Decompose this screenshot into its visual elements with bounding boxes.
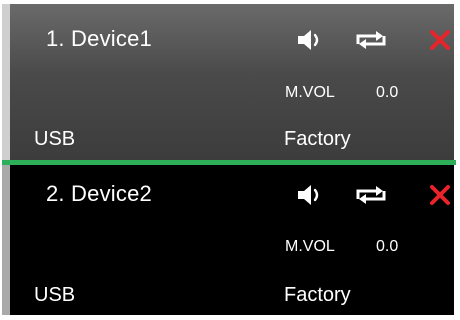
preset-label: Factory (284, 128, 351, 150)
device-card-1[interactable]: 1. Device1 M.VOL 0.0 USB Factory (2, 4, 454, 161)
input-source-label: USB (34, 284, 76, 306)
device-card-accent (2, 4, 10, 161)
loop-icon[interactable] (354, 28, 388, 57)
device-card-2[interactable]: 2. Device2 M.VOL 0.0 USB Factory (2, 165, 454, 315)
close-icon[interactable] (428, 28, 452, 57)
preset-label: Factory (284, 284, 351, 306)
loop-icon[interactable] (354, 183, 388, 212)
close-icon[interactable] (428, 183, 452, 212)
device-title: 2. Device2 (46, 181, 152, 206)
device-card-accent (2, 165, 10, 315)
device-list: 1. Device1 M.VOL 0.0 USB Factory 2. Devi… (0, 0, 460, 320)
master-volume-value: 0.0 (376, 84, 399, 101)
master-volume-label: M.VOL (285, 84, 335, 101)
speaker-icon[interactable] (296, 183, 326, 212)
speaker-icon[interactable] (296, 28, 326, 57)
device-title: 1. Device1 (46, 26, 152, 51)
master-volume-value: 0.0 (376, 238, 399, 255)
master-volume-label: M.VOL (285, 238, 335, 255)
input-source-label: USB (34, 128, 76, 150)
